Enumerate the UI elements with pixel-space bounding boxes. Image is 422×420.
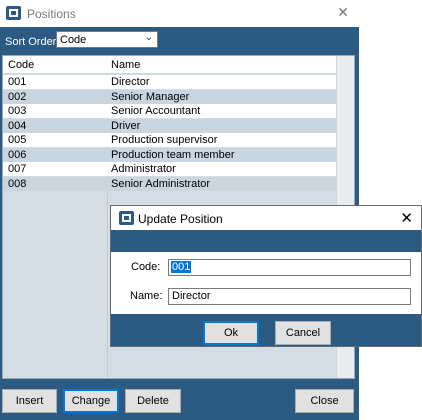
cell-code: 006 — [8, 148, 27, 161]
table-row[interactable]: 004 Driver — [3, 118, 338, 133]
cell-name: Senior Administrator — [111, 177, 211, 190]
ok-button[interactable]: Ok — [203, 321, 259, 345]
cell-name: Director — [111, 76, 150, 88]
close-icon[interactable]: ✕ — [337, 5, 349, 19]
column-header-name[interactable]: Name — [111, 59, 140, 71]
dialog-title: Update Position — [138, 212, 223, 226]
dialog-title-bar: Update Position ✕ — [111, 206, 421, 230]
table-row[interactable]: 008 Senior Administrator — [3, 176, 338, 191]
table-row[interactable]: 007 Administrator — [3, 162, 338, 176]
name-field-value: Director — [172, 290, 211, 302]
column-header-code[interactable]: Code — [8, 59, 34, 71]
code-label: Code: — [131, 261, 161, 273]
cell-name: Production team member — [111, 148, 235, 161]
table-row[interactable]: 001 Director — [3, 75, 338, 89]
cell-name: Production supervisor — [111, 134, 218, 146]
grid-header: Code Name — [3, 56, 354, 74]
app-icon — [6, 6, 21, 20]
table-row[interactable]: 006 Production team member — [3, 147, 338, 162]
table-row[interactable]: 003 Senior Accountant — [3, 104, 338, 118]
name-label: Name: — [130, 290, 163, 302]
cell-name: Administrator — [111, 163, 176, 175]
cell-name: Senior Accountant — [111, 105, 201, 117]
change-button[interactable]: Change — [63, 389, 119, 413]
cell-code: 001 — [8, 76, 27, 88]
cancel-button[interactable]: Cancel — [275, 321, 331, 345]
name-field[interactable]: Director — [168, 288, 411, 305]
chevron-down-icon: ⌄ — [144, 32, 153, 43]
cell-code: 004 — [8, 119, 27, 132]
title-bar: Positions ✕ — [0, 0, 359, 27]
cell-code: 002 — [8, 90, 27, 103]
delete-button[interactable]: Delete — [125, 389, 181, 413]
dialog-form: Code: 001 Name: Director — [111, 252, 421, 314]
cell-name: Driver — [111, 119, 141, 132]
insert-button[interactable]: Insert — [2, 389, 57, 413]
table-row[interactable]: 002 Senior Manager — [3, 89, 338, 104]
close-button[interactable]: Close — [295, 389, 354, 413]
cell-name: Senior Manager — [111, 90, 190, 103]
sort-order-label: Sort Order — [5, 36, 57, 48]
cell-code: 007 — [8, 163, 27, 175]
toolbar: Sort Order Code ⌄ — [0, 27, 359, 53]
cell-code: 005 — [8, 134, 27, 146]
close-icon[interactable]: ✕ — [400, 209, 413, 227]
cell-code: 003 — [8, 105, 27, 117]
cell-code: 008 — [8, 177, 27, 190]
update-position-dialog: Update Position ✕ Code: 001 Name: Direct… — [110, 205, 422, 347]
window-title: Positions — [27, 7, 76, 21]
code-field-value: 001 — [171, 261, 192, 273]
sort-order-value: Code — [60, 34, 87, 46]
code-field[interactable]: 001 — [168, 259, 411, 276]
table-row[interactable]: 005 Production supervisor — [3, 133, 338, 147]
app-icon — [119, 211, 134, 225]
sort-order-select[interactable]: Code ⌄ — [56, 31, 158, 48]
